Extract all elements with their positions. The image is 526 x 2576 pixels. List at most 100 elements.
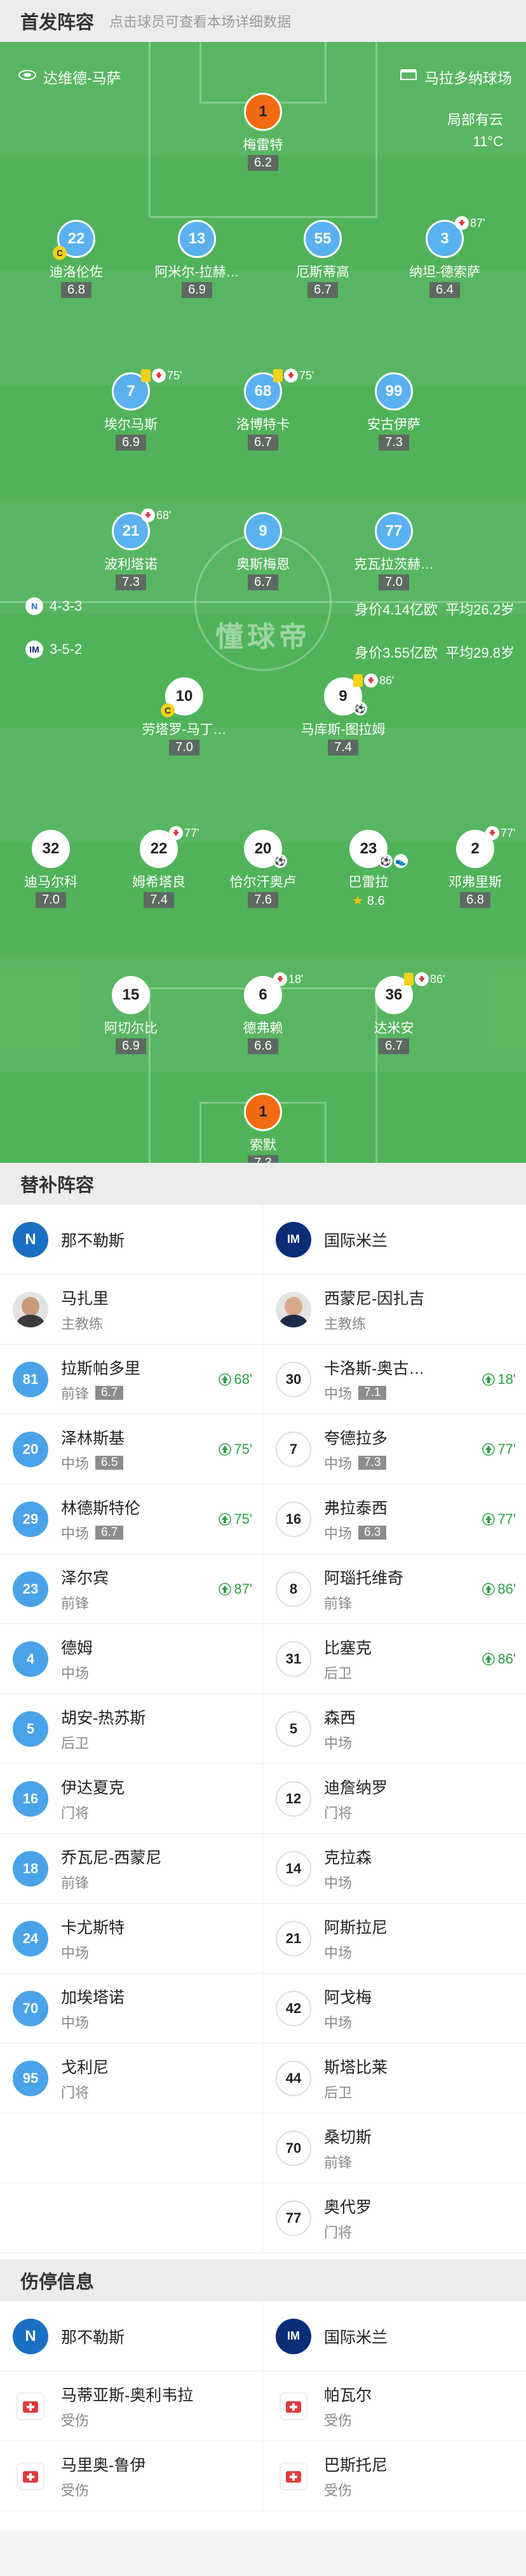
jersey-number: 15 bbox=[112, 976, 150, 1014]
napoli-player-7[interactable]: 7 75' 埃尔马斯 6.9 bbox=[80, 369, 182, 451]
inter-player-22[interactable]: 22 77' 姆希塔良 7.4 bbox=[108, 826, 210, 908]
sub-player-name: 林德斯特伦 bbox=[61, 1499, 141, 1517]
sub-player-name: 桑切斯 bbox=[324, 2128, 372, 2146]
home-team-row[interactable]: N 那不勒斯 bbox=[0, 1205, 263, 1275]
napoli-injury-row[interactable]: 马蒂亚斯-奥利韦拉 受伤 bbox=[0, 2371, 263, 2441]
inter-player-6[interactable]: 6 18' 德弗赖 6.6 bbox=[212, 972, 314, 1054]
sub-out-minute: 86' bbox=[379, 674, 394, 687]
inter-sub-player-row[interactable]: 44 斯塔比莱 后卫 bbox=[263, 2044, 526, 2113]
away-coach-row[interactable]: 西蒙尼-因扎吉 主教练 bbox=[263, 1275, 526, 1345]
inter-player-36[interactable]: 36 86' 达米安 6.7 bbox=[343, 972, 445, 1054]
inter-player-32[interactable]: 32 迪马尔科 7.0 bbox=[0, 830, 102, 908]
napoli-player-13[interactable]: 13 阿米尔-拉赫… 6.9 bbox=[146, 220, 248, 298]
napoli-value: 身价4.14亿欧 bbox=[354, 602, 438, 618]
napoli-injury-row[interactable]: 马里奥-鲁伊 受伤 bbox=[0, 2441, 263, 2511]
sub-player-position: 门将 bbox=[61, 2084, 90, 2101]
inter-player-10[interactable]: 10 C 劳塔罗-马丁… 7.0 bbox=[133, 677, 235, 756]
napoli-sub-player-row[interactable]: 95 戈利尼 门将 bbox=[0, 2044, 263, 2113]
inter-sub-player-row[interactable]: 31 比塞克 后卫 86' bbox=[263, 1624, 526, 1694]
inter-sub-player-row[interactable]: 77 奥代罗 门将 bbox=[263, 2183, 526, 2253]
inter-injury-row[interactable]: 帕瓦尔 受伤 bbox=[263, 2371, 526, 2441]
inter-logo-icon: IM bbox=[25, 641, 43, 658]
home-coach-role: 主教练 bbox=[61, 1315, 104, 1332]
sub-in-marker: 86' bbox=[482, 1581, 516, 1597]
away-coach-role: 主教练 bbox=[324, 1315, 367, 1332]
inter-sub-player-row[interactable]: 14 克拉森 中场 bbox=[263, 1834, 526, 1904]
inter-player-9[interactable]: 9 86' ⚽ 马库斯-图拉姆 7.4 bbox=[292, 674, 394, 756]
sub-player-name: 克拉森 bbox=[324, 1848, 372, 1867]
napoli-sub-player-row[interactable]: 24 卡尤斯特 中场 bbox=[0, 1904, 263, 1974]
napoli-sub-player-row[interactable]: 70 加埃塔诺 中场 bbox=[0, 1974, 263, 2044]
injury-status: 受伤 bbox=[61, 2482, 90, 2498]
napoli-sub-player-row[interactable]: 16 伊达夏克 门将 bbox=[0, 1764, 263, 1834]
sub-player-position: 中场 bbox=[61, 1455, 90, 1472]
sub-out-icon bbox=[485, 826, 499, 840]
lineup-title: 首发阵容 bbox=[20, 13, 95, 33]
jersey-number: 55 bbox=[304, 220, 342, 258]
inter-sub-player-row[interactable]: 16 弗拉泰西 中场 6.3 77' bbox=[263, 1484, 526, 1554]
sub-player-position: 后卫 bbox=[324, 1665, 353, 1681]
napoli-badge-icon: N bbox=[13, 1221, 48, 1257]
lineup-section-header: 首发阵容 点击球员可查看本场详细数据 bbox=[0, 0, 526, 42]
player-rating: 6.9 bbox=[182, 282, 212, 298]
napoli-player-3[interactable]: 3 87' 纳坦-德索萨 6.4 bbox=[394, 216, 496, 298]
player-name: 波利塔诺 bbox=[104, 557, 158, 572]
napoli-sub-player-row[interactable]: 18 乔瓦尼-西蒙尼 前锋 bbox=[0, 1834, 263, 1904]
napoli-player-21[interactable]: 21 68' 波利塔诺 7.3 bbox=[80, 508, 182, 590]
inter-sub-player-row[interactable]: 70 桑切斯 前锋 bbox=[263, 2113, 526, 2183]
napoli-player-22[interactable]: 22 C 迪洛伦佐 6.8 bbox=[25, 220, 127, 298]
inter-player-2[interactable]: 2 77' 邓弗里斯 6.8 bbox=[424, 826, 526, 908]
injury-status: 受伤 bbox=[324, 2412, 353, 2429]
napoli-player-68[interactable]: 68 75' 洛博特卡 6.7 bbox=[212, 369, 314, 451]
inter-player-15[interactable]: 15 阿切尔比 6.9 bbox=[80, 976, 182, 1054]
napoli-sub-player-row[interactable]: 81 拉斯帕多里 前锋 6.7 68' bbox=[0, 1345, 263, 1414]
napoli-player-9[interactable]: 9 奥斯梅恩 6.7 bbox=[212, 512, 314, 590]
inter-player-20[interactable]: 20 ⚽ 恰尔汗奥卢 7.6 bbox=[212, 830, 314, 908]
napoli-sub-player-row[interactable]: 20 泽林斯基 中场 6.5 75' bbox=[0, 1414, 263, 1484]
sub-in-minute: 18' bbox=[497, 1371, 516, 1387]
home-coach-row[interactable]: 马扎里 主教练 bbox=[0, 1275, 263, 1345]
napoli-player-55[interactable]: 55 厄斯蒂高 6.7 bbox=[272, 220, 374, 298]
sub-in-icon bbox=[219, 1373, 232, 1386]
sub-player-name: 卡尤斯特 bbox=[61, 1918, 125, 1937]
injured-player-name: 马蒂亚斯-奥利韦拉 bbox=[61, 2386, 194, 2404]
napoli-player-1[interactable]: 1 梅雷特 6.2 bbox=[212, 93, 314, 171]
inter-player-1[interactable]: 1 索默 7.3 bbox=[212, 1093, 314, 1163]
inter-injury-row[interactable]: 巴斯托尼 受伤 bbox=[263, 2441, 526, 2511]
napoli-badge-icon: N bbox=[13, 2318, 48, 2354]
sub-player-name: 阿瑙托维奇 bbox=[324, 1569, 404, 1587]
sub-in-marker: 68' bbox=[219, 1371, 252, 1388]
napoli-sub-player-row[interactable]: 4 德姆 中场 bbox=[0, 1624, 263, 1694]
sub-player-name: 森西 bbox=[324, 1709, 356, 1727]
inter-sub-player-row[interactable]: 8 阿瑙托维奇 前锋 86' bbox=[263, 1554, 526, 1624]
sub-jersey-number: 24 bbox=[13, 1920, 48, 1956]
jersey-number: 22 C bbox=[53, 220, 95, 260]
sub-out-icon bbox=[284, 369, 298, 383]
venue-info: 马拉多纳球场 bbox=[399, 66, 512, 88]
sub-player-rating: 6.3 bbox=[358, 1525, 387, 1540]
napoli-sub-player-row[interactable]: 29 林德斯特伦 中场 6.7 75' bbox=[0, 1484, 263, 1554]
assist-icon: 👟 bbox=[394, 854, 408, 868]
player-rating: ★ 8.6 bbox=[352, 894, 385, 908]
inter-sub-player-row[interactable]: 12 迪詹纳罗 门将 bbox=[263, 1764, 526, 1834]
inter-player-23[interactable]: 23 ⚽ 👟 巴雷拉 ★ 8.6 bbox=[318, 830, 419, 909]
jersey-number: 77 bbox=[375, 512, 413, 550]
napoli-sub-player-row[interactable]: 5 胡安-热苏斯 后卫 bbox=[0, 1694, 263, 1764]
yellow-card-icon bbox=[404, 973, 414, 986]
sub-out-icon bbox=[152, 369, 166, 383]
inter-sub-player-row[interactable]: 7 夸德拉多 中场 7.3 77' bbox=[263, 1414, 526, 1484]
player-rating: 6.7 bbox=[248, 574, 278, 590]
injury-away-team-row: IM 国际米兰 bbox=[263, 2301, 526, 2371]
player-rating: 6.9 bbox=[116, 1038, 146, 1054]
inter-sub-player-row[interactable]: 5 森西 中场 bbox=[263, 1694, 526, 1764]
napoli-player-77[interactable]: 77 克瓦拉茨赫… 7.0 bbox=[343, 512, 445, 590]
sub-jersey-number: 16 bbox=[276, 1501, 311, 1537]
napoli-player-99[interactable]: 99 安古伊萨 7.3 bbox=[343, 372, 445, 451]
sub-jersey-number: 95 bbox=[13, 2060, 48, 2096]
player-name: 克瓦拉茨赫… bbox=[354, 557, 434, 572]
napoli-sub-player-row[interactable]: 23 泽尔宾 前锋 87' bbox=[0, 1554, 263, 1624]
inter-sub-player-row[interactable]: 42 阿戈梅 中场 bbox=[263, 1974, 526, 2044]
away-team-row[interactable]: IM 国际米兰 bbox=[263, 1205, 526, 1275]
inter-sub-player-row[interactable]: 30 卡洛斯-奥古… 中场 7.1 18' bbox=[263, 1345, 526, 1414]
inter-sub-player-row[interactable]: 21 阿斯拉尼 中场 bbox=[263, 1904, 526, 1974]
